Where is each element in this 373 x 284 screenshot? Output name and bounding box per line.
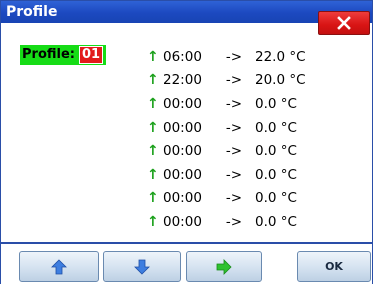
schedule-temperature: 0.0 °C [255,95,297,112]
schedule-separator: -> [225,119,243,136]
schedule-row[interactable]: ↑ 06:00 -> 22.0 °C [147,45,306,69]
move-down-button[interactable] [103,251,181,282]
profile-number[interactable]: 01 [78,46,104,64]
arrow-up-icon: ↑ [147,213,159,230]
schedule-temperature: 0.0 °C [255,119,297,136]
arrow-right-icon [216,258,232,275]
schedule-time: 00:00 [163,119,202,136]
arrow-up-icon: ↑ [147,119,159,136]
schedule-temperature: 0.0 °C [255,143,297,160]
schedule-row[interactable]: ↑ 00:00 -> 0.0 °C [147,92,306,116]
close-button[interactable] [318,11,370,35]
arrow-up-icon: ↑ [147,95,159,112]
profile-label: Profile: [22,47,75,62]
title-bar: Profile [1,1,372,23]
schedule-list: ↑ 06:00 -> 22.0 °C ↑ 22:00 -> 20.0 °C ↑ … [147,45,306,234]
window-title: Profile [6,4,58,20]
schedule-temperature: 22.0 °C [255,48,306,65]
schedule-time: 00:00 [163,213,202,230]
arrow-up-icon: ↑ [147,48,159,65]
arrow-up-icon: ↑ [147,166,159,183]
schedule-time: 00:00 [163,166,202,183]
schedule-row[interactable]: ↑ 00:00 -> 0.0 °C [147,139,306,163]
schedule-separator: -> [225,166,243,183]
profile-window: Profile Profile: 01 ↑ 06:00 -> 22.0 °C ↑… [0,0,373,284]
schedule-separator: -> [225,48,243,65]
schedule-time: 00:00 [163,95,202,112]
schedule-separator: -> [225,95,243,112]
schedule-separator: -> [225,213,243,230]
schedule-row[interactable]: ↑ 22:00 -> 20.0 °C [147,69,306,93]
schedule-temperature: 0.0 °C [255,213,297,230]
toolbar: OK [1,244,372,284]
arrow-up-icon [51,258,67,274]
arrow-down-icon [134,259,150,275]
schedule-separator: -> [225,72,243,89]
schedule-row[interactable]: ↑ 00:00 -> 0.0 °C [147,210,306,234]
profile-selector[interactable]: Profile: 01 [20,45,107,65]
next-button[interactable] [186,251,262,282]
move-up-button[interactable] [19,251,99,282]
schedule-time: 00:00 [163,190,202,207]
schedule-row[interactable]: ↑ 00:00 -> 0.0 °C [147,116,306,140]
schedule-separator: -> [225,190,243,207]
schedule-time: 06:00 [163,48,202,65]
schedule-temperature: 20.0 °C [255,72,306,89]
arrow-up-icon: ↑ [147,190,159,207]
ok-label: OK [325,260,343,273]
arrow-up-icon: ↑ [147,143,159,160]
close-icon [337,16,351,30]
ok-button[interactable]: OK [297,251,371,282]
arrow-up-icon: ↑ [147,72,159,89]
schedule-time: 00:00 [163,143,202,160]
schedule-separator: -> [225,143,243,160]
schedule-row[interactable]: ↑ 00:00 -> 0.0 °C [147,163,306,187]
schedule-row[interactable]: ↑ 00:00 -> 0.0 °C [147,187,306,211]
schedule-time: 22:00 [163,72,202,89]
schedule-temperature: 0.0 °C [255,190,297,207]
schedule-temperature: 0.0 °C [255,166,297,183]
